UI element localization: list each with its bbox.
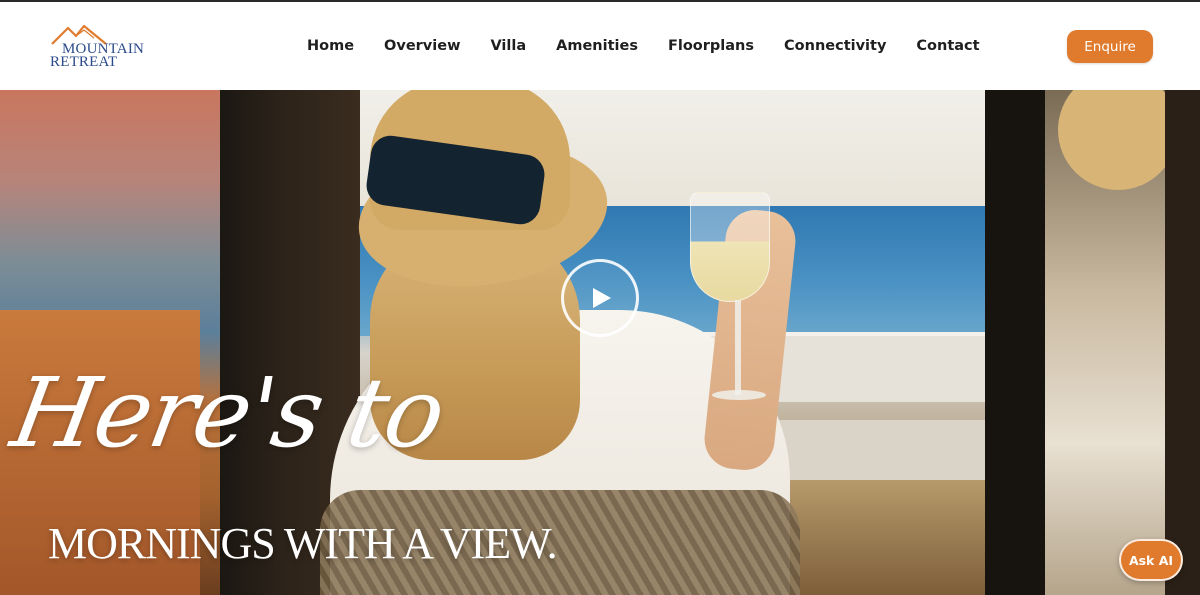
play-icon xyxy=(593,288,611,308)
wine-glass-foot xyxy=(712,390,766,400)
site-header: MOUNTAIN RETREAT Home Overview Villa Ame… xyxy=(0,2,1200,90)
enquire-button[interactable]: Enquire xyxy=(1067,30,1153,63)
ask-ai-button[interactable]: Ask AI xyxy=(1119,539,1183,581)
play-button[interactable] xyxy=(561,259,639,337)
nav-contact[interactable]: Contact xyxy=(901,36,994,58)
wine-glass-stem xyxy=(735,300,741,395)
nav-connectivity[interactable]: Connectivity xyxy=(769,36,901,58)
hero-headline: MORNINGS WITH A VIEW. xyxy=(48,519,558,568)
main-nav: Home Overview Villa Amenities Floorplans… xyxy=(292,36,995,58)
wine-glass xyxy=(690,192,770,302)
nav-amenities[interactable]: Amenities xyxy=(541,36,653,58)
hero-script-text: Here's to xyxy=(4,357,452,469)
nav-home[interactable]: Home xyxy=(292,36,369,58)
hero-video[interactable]: Here's to MORNINGS WITH A VIEW. xyxy=(0,90,1200,595)
nav-overview[interactable]: Overview xyxy=(369,36,475,58)
nav-villa[interactable]: Villa xyxy=(475,36,541,58)
nav-floorplans[interactable]: Floorplans xyxy=(653,36,769,58)
door-frame-right xyxy=(985,90,1045,595)
logo-text-line2: RETREAT xyxy=(50,54,118,70)
brand-logo[interactable]: MOUNTAIN RETREAT xyxy=(50,24,160,70)
door-frame-far-right xyxy=(1165,90,1200,595)
